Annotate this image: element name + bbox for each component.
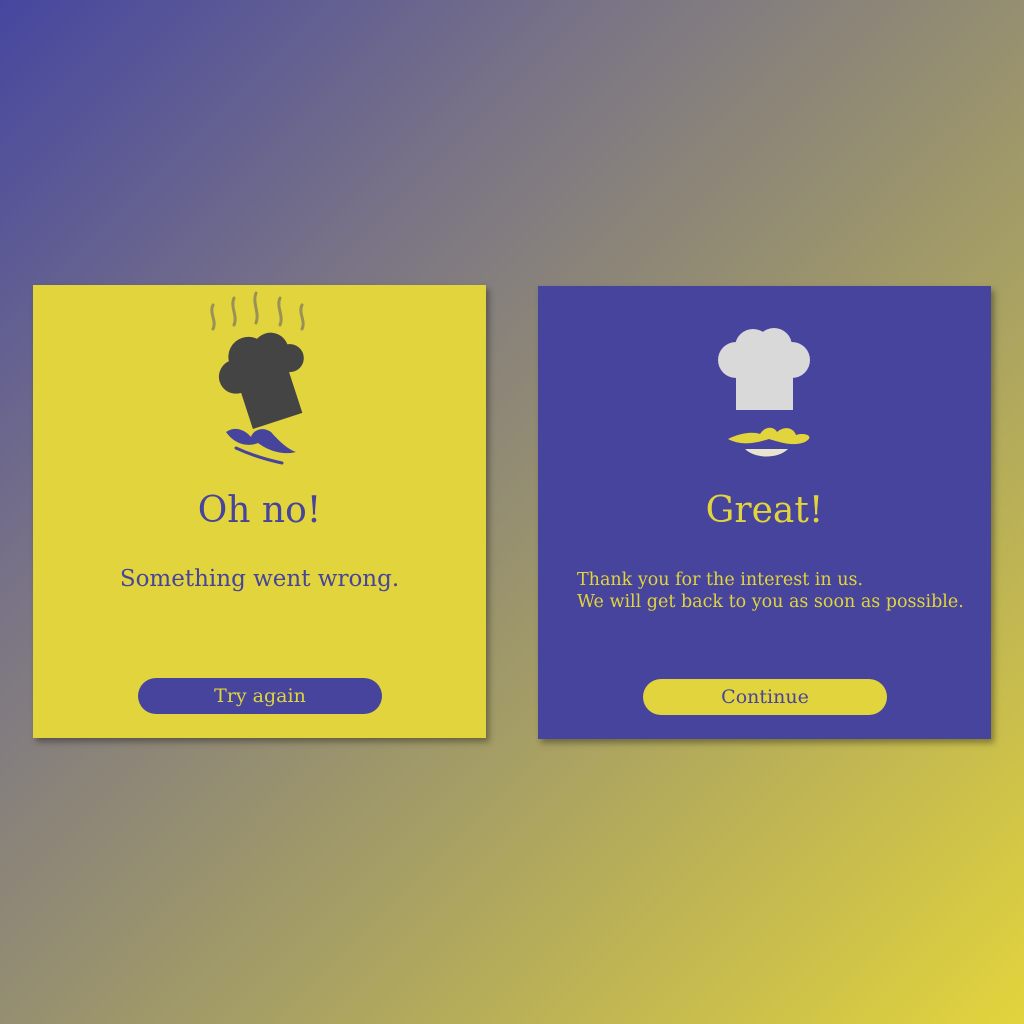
success-message: Thank you for the interest in us. We wil… [577,569,987,613]
error-message: Something went wrong. [119,566,400,592]
mustache-icon [728,427,810,445]
mustache-icon [226,428,296,465]
fallen-chef-illustration [210,291,305,465]
continue-button[interactable]: Continue [643,679,887,715]
chef-hat-icon [218,332,304,429]
happy-chef-illustration [718,328,810,457]
try-again-button[interactable]: Try again [138,678,382,714]
steam-icon [210,291,305,331]
success-card: Great! Thank you for the interest in us.… [538,286,991,739]
error-title: Oh no! [197,490,322,531]
error-card: Oh no! Something went wrong. Try again [33,285,486,738]
smile-icon [745,449,788,457]
success-message-line: Thank you for the interest in us. [577,570,864,590]
success-message-line: We will get back to you as soon as possi… [577,592,964,612]
success-title: Great! [705,490,824,531]
chef-hat-icon [718,328,810,410]
